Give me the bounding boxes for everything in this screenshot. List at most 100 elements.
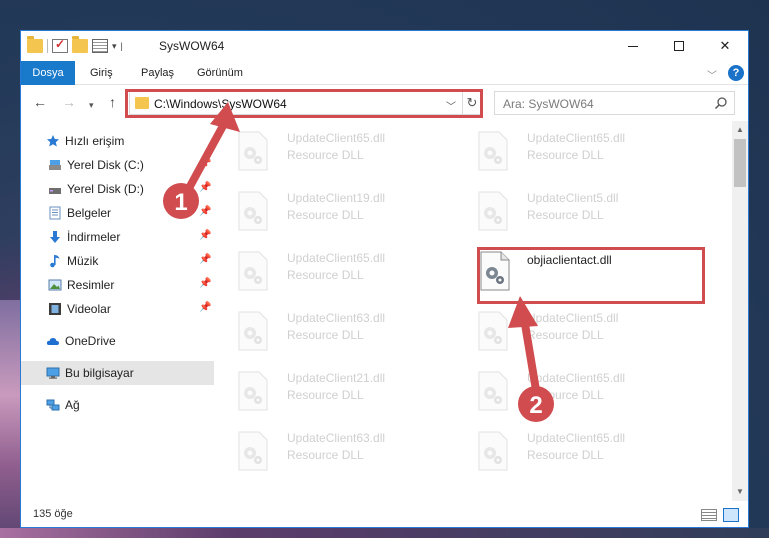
sidebar-item-quick-access[interactable]: Hızlı erişim xyxy=(21,129,214,153)
file-item-target-dll[interactable]: objiaclientact.dll xyxy=(479,249,699,303)
file-type: Resource DLL xyxy=(287,448,364,462)
properties-check-icon[interactable] xyxy=(52,37,68,53)
up-arrow-icon[interactable]: ↑ xyxy=(109,95,116,109)
folder-icon[interactable] xyxy=(27,36,43,53)
title-bar: ▾ | SysWOW64 ✕ xyxy=(21,31,748,61)
sidebar-item-videos[interactable]: Videolar 📌 xyxy=(21,297,214,321)
address-path[interactable]: C:\Windows\SysWOW64 xyxy=(154,97,287,111)
file-name: UpdateClient5.dll xyxy=(527,311,619,325)
scroll-up-arrow-icon[interactable]: ▲ xyxy=(736,125,744,134)
file-item[interactable]: UpdateClient65.dll Resource DLL xyxy=(217,125,437,179)
file-name: UpdateClient63.dll xyxy=(287,431,386,445)
sidebar-item-label: Hızlı erişim xyxy=(65,134,125,148)
file-item[interactable]: UpdateClient65.dll Resource DLL xyxy=(217,245,437,299)
vertical-scrollbar[interactable]: ▲ ▼ xyxy=(732,121,748,501)
file-type: Resource DLL xyxy=(287,328,364,342)
file-name: UpdateClient65.dll xyxy=(527,431,626,445)
download-icon xyxy=(50,231,60,243)
help-icon[interactable]: ? xyxy=(728,65,744,81)
sidebar-item-pictures[interactable]: Resimler 📌 xyxy=(21,273,214,297)
file-item[interactable]: UpdateClient65.dll Resource DLL xyxy=(457,425,677,479)
tab-home[interactable]: Giriş xyxy=(82,61,121,85)
sidebar-item-this-pc[interactable]: Bu bilgisayar xyxy=(21,361,214,385)
window-title: SysWOW64 xyxy=(159,39,225,53)
file-item[interactable]: UpdateClient19.dll Resource DLL xyxy=(217,185,437,239)
customize-toolbar-chevron-icon[interactable]: ▾ xyxy=(112,41,117,52)
sidebar-item-label: Belgeler xyxy=(67,206,112,220)
close-button[interactable]: ✕ xyxy=(702,31,748,61)
file-item[interactable]: UpdateClient65.dll Resource DLL xyxy=(457,125,677,179)
sidebar-item-label: İndirmeler xyxy=(67,230,121,244)
pin-icon[interactable]: 📌 xyxy=(199,230,211,241)
documents-icon xyxy=(49,206,61,220)
file-item[interactable]: UpdateClient65.dll Resource DLL xyxy=(457,365,677,419)
file-name: UpdateClient65.dll xyxy=(287,131,386,145)
maximize-icon xyxy=(674,41,684,51)
file-type: Resource DLL xyxy=(527,208,604,222)
pin-icon[interactable]: 📌 xyxy=(199,302,211,313)
drive-icon xyxy=(49,160,61,170)
pin-icon[interactable]: 📌 xyxy=(199,182,211,193)
file-item[interactable]: UpdateClient5.dll Resource DLL xyxy=(457,185,677,239)
tab-file[interactable]: Dosya xyxy=(21,61,75,85)
forward-arrow-icon[interactable]: → xyxy=(62,95,76,109)
file-type: Resource DLL xyxy=(287,148,364,162)
music-icon xyxy=(50,255,60,268)
pin-icon[interactable]: 📌 xyxy=(199,278,211,289)
back-arrow-icon[interactable]: ← xyxy=(33,95,47,109)
desktop-background xyxy=(0,300,22,538)
refresh-icon[interactable]: ↻ xyxy=(462,92,481,114)
search-box[interactable]: Ara: SysWOW64 xyxy=(494,91,735,115)
file-name: UpdateClient65.dll xyxy=(527,131,626,145)
recent-locations-chevron-icon[interactable]: ▾ xyxy=(89,98,94,112)
scroll-thumb[interactable] xyxy=(734,139,746,187)
file-item[interactable]: UpdateClient63.dll Resource DLL xyxy=(217,425,437,479)
sidebar-item-onedrive[interactable]: OneDrive xyxy=(21,329,214,353)
rename-icon[interactable] xyxy=(92,39,108,53)
minimize-button[interactable] xyxy=(610,31,656,61)
network-icon xyxy=(46,399,60,411)
address-bar[interactable]: C:\Windows\SysWOW64 ﹀ ↻ xyxy=(129,91,481,115)
file-type: Resource DLL xyxy=(287,208,364,222)
file-item[interactable]: UpdateClient21.dll Resource DLL xyxy=(217,365,437,419)
file-name: UpdateClient21.dll xyxy=(287,371,386,385)
address-folder-icon xyxy=(135,97,149,109)
sidebar-item-label: Yerel Disk (D:) xyxy=(67,182,144,196)
scroll-down-arrow-icon[interactable]: ▼ xyxy=(736,487,744,496)
expand-ribbon-chevron-icon[interactable]: ﹀ xyxy=(707,67,717,82)
file-name: UpdateClient19.dll xyxy=(287,191,386,205)
sidebar-item-music[interactable]: Müzik 📌 xyxy=(21,249,214,273)
tab-share[interactable]: Paylaş xyxy=(133,61,182,85)
computer-icon xyxy=(46,367,60,379)
sidebar-item-network[interactable]: Ağ xyxy=(21,393,214,417)
sidebar-item-local-disk-d[interactable]: Yerel Disk (D:) 📌 xyxy=(21,177,214,201)
desktop-background-bottom xyxy=(0,528,769,538)
navigation-bar: ← → ▾ ↑ C:\Windows\SysWOW64 ﹀ ↻ Ara: Sys… xyxy=(21,86,748,120)
navigation-pane: Hızlı erişim Yerel Disk (C:) 📌 Yerel Dis… xyxy=(21,121,214,501)
toolbar-separator xyxy=(47,39,48,53)
sidebar-item-downloads[interactable]: İndirmeler 📌 xyxy=(21,225,214,249)
file-type: Resource DLL xyxy=(527,388,604,402)
maximize-button[interactable] xyxy=(656,31,702,61)
file-item[interactable]: UpdateClient5.dll Resource DLL xyxy=(457,305,677,359)
pictures-icon xyxy=(48,279,62,291)
address-dropdown-chevron-icon[interactable]: ﹀ xyxy=(446,98,456,113)
sidebar-item-label: Müzik xyxy=(67,254,99,268)
pin-icon[interactable]: 📌 xyxy=(199,254,211,265)
file-name: UpdateClient5.dll xyxy=(527,191,619,205)
pin-icon[interactable]: 📌 xyxy=(199,206,211,217)
pin-icon[interactable]: 📌 xyxy=(199,158,211,169)
sidebar-item-local-disk-c[interactable]: Yerel Disk (C:) 📌 xyxy=(21,153,214,177)
item-count: 135 öğe xyxy=(33,508,73,520)
large-icons-view-icon[interactable] xyxy=(723,508,739,522)
details-view-icon[interactable] xyxy=(701,509,717,521)
file-name: objiaclientact.dll xyxy=(527,253,612,267)
sidebar-item-label: Videolar xyxy=(67,302,111,316)
tab-view[interactable]: Görünüm xyxy=(189,61,251,85)
sidebar-item-documents[interactable]: Belgeler 📌 xyxy=(21,201,214,225)
drive-icon xyxy=(49,188,61,194)
dll-file-icon xyxy=(478,131,508,171)
file-item[interactable]: UpdateClient63.dll Resource DLL xyxy=(217,305,437,359)
sidebar-item-label: Bu bilgisayar xyxy=(65,366,134,380)
new-folder-icon[interactable] xyxy=(72,36,88,53)
